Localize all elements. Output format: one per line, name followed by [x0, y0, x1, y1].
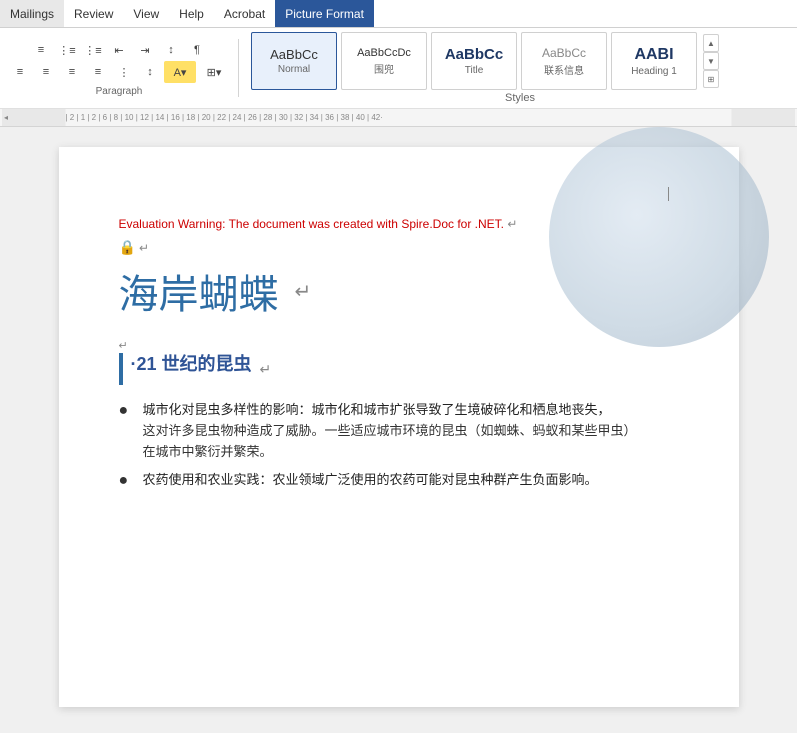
para-mark-2: ↵ — [139, 241, 149, 255]
bullet-dot-1: ● — [119, 470, 135, 492]
columns-btn[interactable]: ⋮ — [112, 61, 136, 83]
doc-area: Evaluation Warning: The document was cre… — [0, 127, 797, 726]
style-weijie-label: 围兜 — [374, 61, 394, 76]
justify-btn[interactable]: ≡ — [86, 61, 110, 83]
bullet-dot-0: ● — [119, 400, 135, 462]
li-content-1: 农药使用和农业实践：农业领域广泛使用的农药可能对昆虫种群产生负面影响。 — [143, 470, 679, 492]
style-lianjie[interactable]: AaBbCc 联系信息 — [521, 32, 607, 90]
menu-review[interactable]: Review — [64, 0, 123, 27]
style-lianjie-preview: AaBbCc — [542, 46, 586, 60]
paragraph-section: ≡ ⋮≡ ⋮≡ ⇤ ⇥ ↕ ¶ ≡ ≡ ≡ ≡ ⋮ ↕ A▾ ⊞▾ Paragr… — [8, 39, 239, 97]
style-heading1-preview: AABI — [634, 46, 673, 64]
page: Evaluation Warning: The document was cre… — [59, 147, 739, 707]
li-main-0: 城市化对昆虫多样性的影响：城市化和城市扩张导致了生境破碎化和栖息地丧失， — [143, 400, 679, 421]
ruler-left: ◂ — [4, 113, 8, 122]
decrease-indent-btn[interactable]: ⇤ — [107, 39, 131, 61]
ruler-inner: ◂ | 2 | 1 | 2 | 6 | 8 | 10 | 12 | 14 | 1… — [2, 109, 795, 126]
para-mark-1: ↵ — [507, 217, 517, 231]
li-content-0: 城市化对昆虫多样性的影响：城市化和城市扩张导致了生境破碎化和栖息地丧失， 这对许… — [143, 400, 679, 462]
top-empty-line — [119, 187, 679, 217]
borders-btn[interactable]: ⊞▾ — [198, 61, 230, 83]
align-buttons-row2: ≡ ≡ ≡ ≡ ⋮ ↕ A▾ ⊞▾ — [8, 61, 230, 83]
styles-scroll: ▲ ▼ ⊞ — [703, 34, 719, 88]
line-spacing-btn[interactable]: ↕ — [138, 61, 162, 83]
style-weijie[interactable]: AaBbCcDc 围兜 — [341, 32, 427, 90]
eval-warning: Evaluation Warning: The document was cre… — [119, 217, 679, 231]
empty-line-after-title: ↵ — [119, 336, 679, 350]
section-bar — [119, 353, 123, 385]
styles-scroll-down[interactable]: ▼ — [703, 52, 719, 70]
style-lianjie-label: 联系信息 — [544, 62, 584, 77]
section-heading-text: ·21 世纪的昆虫 — [131, 350, 252, 376]
shading-btn[interactable]: A▾ — [164, 61, 196, 83]
style-title-label: Title — [465, 65, 484, 76]
menu-bar: Mailings Review View Help Acrobat Pictur… — [0, 0, 797, 28]
lock-area: 🔒 ↵ — [119, 239, 679, 256]
styles-scroll-up[interactable]: ▲ — [703, 34, 719, 52]
bullet-list: ● 城市化对昆虫多样性的影响：城市化和城市扩张导致了生境破碎化和栖息地丧失， 这… — [119, 400, 679, 493]
lock-icon: 🔒 — [119, 239, 136, 255]
align-center-btn[interactable]: ≡ — [34, 61, 58, 83]
style-normal[interactable]: AaBbCc Normal — [251, 32, 337, 90]
show-para-btn[interactable]: ¶ — [185, 39, 209, 61]
list-buttons-row1: ≡ ⋮≡ ⋮≡ ⇤ ⇥ ↕ ¶ — [29, 39, 209, 61]
li-sub2-0: 在城市中繁衍并繁荣。 — [143, 442, 679, 463]
menu-acrobat[interactable]: Acrobat — [214, 0, 275, 27]
section-heading-container: ·21 世纪的昆虫 ↵ — [119, 350, 679, 388]
toolbar: ≡ ⋮≡ ⋮≡ ⇤ ⇥ ↕ ¶ ≡ ≡ ≡ ≡ ⋮ ↕ A▾ ⊞▾ Paragr… — [0, 28, 797, 109]
paragraph-label: Paragraph — [96, 86, 143, 97]
menu-view[interactable]: View — [123, 0, 169, 27]
styles-label: Styles — [251, 92, 789, 104]
menu-help[interactable]: Help — [169, 0, 214, 27]
sort-btn[interactable]: ↕ — [159, 39, 183, 61]
bullets-btn[interactable]: ≡ — [29, 39, 53, 61]
cursor-mark — [668, 187, 669, 201]
style-heading1[interactable]: AABI Heading 1 — [611, 32, 697, 90]
align-right-btn[interactable]: ≡ — [60, 61, 84, 83]
li-sub1-0: 这对许多昆虫物种造成了威胁。一些适应城市环境的昆虫（如蜘蛛、蚂蚁和某些甲虫） — [143, 421, 679, 442]
li-main-1: 农药使用和农业实践：农业领域广泛使用的农药可能对昆虫种群产生负面影响。 — [143, 470, 679, 491]
title-text: 海岸蝴蝶 — [119, 262, 279, 320]
style-heading1-label: Heading 1 — [631, 66, 677, 77]
section-heading-enter: ↵ — [260, 361, 272, 378]
style-title-preview: AaBbCc — [445, 46, 503, 63]
align-left-btn[interactable]: ≡ — [8, 61, 32, 83]
eval-warning-text: Evaluation Warning: The document was cre… — [119, 217, 505, 231]
list-item-0: ● 城市化对昆虫多样性的影响：城市化和城市扩张导致了生境破碎化和栖息地丧失， 这… — [119, 400, 679, 462]
styles-section: AaBbCc Normal AaBbCcDc 围兜 AaBbCc Title A… — [251, 32, 789, 90]
style-weijie-preview: AaBbCcDc — [357, 47, 411, 59]
ruler: ◂ | 2 | 1 | 2 | 6 | 8 | 10 | 12 | 14 | 1… — [0, 109, 797, 127]
style-normal-preview: AaBbCc — [270, 47, 318, 62]
multilevel-list-btn[interactable]: ⋮≡ — [81, 39, 105, 61]
ruler-scale: | 2 | 1 | 2 | 6 | 8 | 10 | 12 | 14 | 16 … — [65, 113, 382, 122]
doc-title: 海岸蝴蝶 ↵ — [119, 262, 679, 320]
list-item-1: ● 农药使用和农业实践：农业领域广泛使用的农药可能对昆虫种群产生负面影响。 — [119, 470, 679, 492]
style-title[interactable]: AaBbCc Title — [431, 32, 517, 90]
menu-mailings[interactable]: Mailings — [0, 0, 64, 27]
numbered-list-btn[interactable]: ⋮≡ — [55, 39, 79, 61]
styles-scroll-more[interactable]: ⊞ — [703, 70, 719, 88]
menu-picture-format[interactable]: Picture Format — [275, 0, 374, 27]
style-normal-label: Normal — [278, 64, 310, 75]
title-enter-mark: ↵ — [295, 279, 312, 304]
increase-indent-btn[interactable]: ⇥ — [133, 39, 157, 61]
styles-container: AaBbCc Normal AaBbCcDc 围兜 AaBbCc Title A… — [251, 32, 789, 104]
